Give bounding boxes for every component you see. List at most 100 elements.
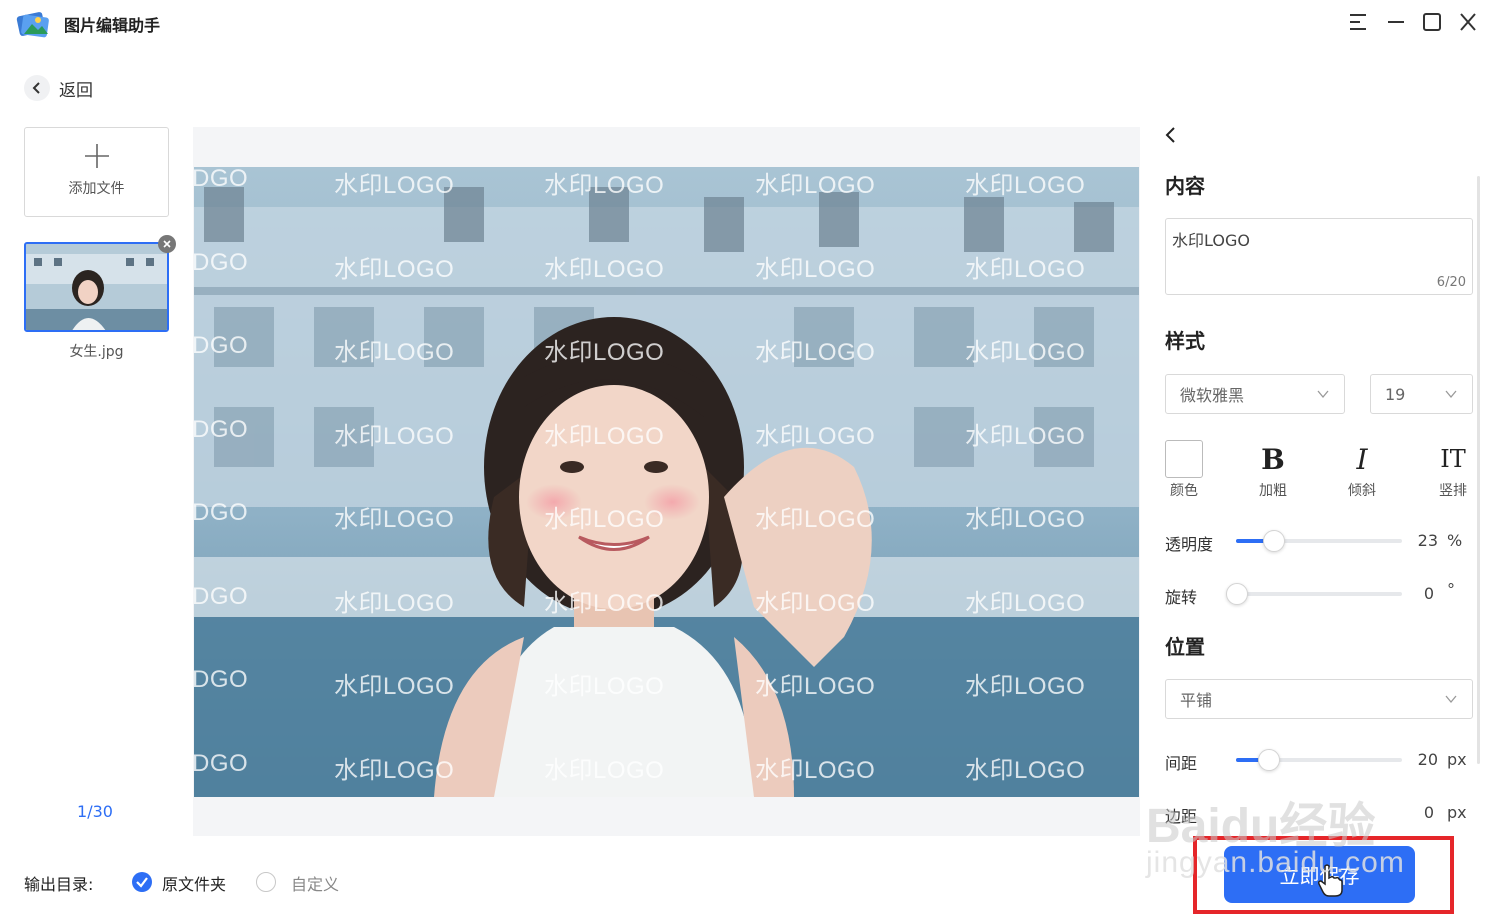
title-bar: 图片编辑助手 bbox=[0, 0, 1494, 48]
opacity-slider-handle[interactable] bbox=[1263, 530, 1285, 552]
watermark-tile-partial: DGO bbox=[194, 749, 249, 777]
chevron-left-icon bbox=[24, 75, 50, 101]
italic-label: 倾斜 bbox=[1348, 483, 1376, 499]
minimize-icon[interactable] bbox=[1384, 10, 1408, 34]
custom-folder-label: 自定义 bbox=[291, 875, 340, 894]
char-count: 6/20 bbox=[1436, 275, 1466, 290]
watermark-tile: 水印LOGO bbox=[755, 255, 876, 283]
opacity-slider[interactable] bbox=[1236, 530, 1402, 552]
margin-value: 0 bbox=[1423, 803, 1434, 822]
style-section-title: 样式 bbox=[1165, 329, 1205, 353]
watermark-tile: 水印LOGO bbox=[965, 756, 1086, 784]
watermark-tile-partial: DGO bbox=[194, 582, 249, 610]
preview-photo: DGO 水印LOGO 水印LOGO 水印LOGO 水印LOGO DGO 水印LOGO 水印LO… bbox=[194, 167, 1139, 797]
thumbnail-image bbox=[26, 244, 167, 330]
color-label: 颜色 bbox=[1170, 483, 1198, 499]
radio-original-folder[interactable] bbox=[132, 872, 152, 892]
opacity-label: 透明度 bbox=[1165, 535, 1214, 554]
watermark-tile: 水印LOGO bbox=[965, 255, 1086, 283]
watermark-tile: 水印LOGO bbox=[334, 506, 455, 533]
font-family-value: 微软雅黑 bbox=[1180, 386, 1245, 405]
rotate-label: 旋转 bbox=[1165, 588, 1198, 607]
vertical-text-icon: ⅠT bbox=[1440, 445, 1466, 473]
opacity-value: 23 bbox=[1417, 531, 1438, 550]
watermark-tile: 水印LOGO bbox=[544, 255, 665, 283]
opacity-unit: % bbox=[1447, 531, 1463, 550]
rotate-slider-handle[interactable] bbox=[1226, 583, 1248, 605]
bold-label: 加粗 bbox=[1259, 483, 1287, 499]
watermark-tile-partial: DGO bbox=[194, 666, 249, 693]
italic-button[interactable]: I 倾斜 bbox=[1337, 440, 1387, 500]
watermark-tile: 水印LOGO bbox=[544, 422, 665, 450]
spacing-slider[interactable] bbox=[1236, 749, 1402, 771]
plus-icon bbox=[85, 144, 109, 168]
watermark-tile-partial: DGO bbox=[194, 332, 249, 359]
watermark-tile: 水印LOGO bbox=[334, 673, 455, 700]
spacing-unit: px bbox=[1447, 750, 1467, 769]
back-label: 返回 bbox=[59, 80, 93, 101]
back-button[interactable]: 返回 bbox=[24, 74, 93, 102]
margin-label: 边距 bbox=[1165, 807, 1198, 826]
panel-scrollbar[interactable] bbox=[1477, 176, 1480, 764]
app-title: 图片编辑助手 bbox=[64, 16, 161, 35]
watermark-tile: 水印LOGO bbox=[755, 756, 876, 784]
collapse-panel-icon[interactable] bbox=[1160, 124, 1182, 146]
font-size-select[interactable]: 19 bbox=[1370, 374, 1473, 414]
watermark-tile: 水印LOGO bbox=[965, 339, 1086, 366]
watermark-tile: 水印LOGO bbox=[965, 172, 1086, 199]
close-icon[interactable] bbox=[1456, 10, 1480, 34]
watermark-tile: 水印LOGO bbox=[755, 589, 876, 617]
margin-unit: px bbox=[1447, 803, 1467, 822]
original-folder-label: 原文件夹 bbox=[162, 875, 227, 894]
vertical-text-label: 竖排 bbox=[1439, 483, 1467, 499]
watermark-tile: 水印LOGO bbox=[755, 673, 876, 700]
remove-thumbnail-icon[interactable] bbox=[158, 235, 176, 253]
watermark-tile: 水印LOGO bbox=[544, 589, 665, 617]
watermark-tile: 水印LOGO bbox=[544, 172, 665, 199]
spacing-slider-handle[interactable] bbox=[1258, 749, 1280, 771]
output-dir-label: 输出目录: bbox=[24, 875, 94, 894]
font-family-select[interactable]: 微软雅黑 bbox=[1165, 374, 1345, 414]
watermark-tile: 水印LOGO bbox=[755, 172, 876, 199]
watermark-tile-partial: DGO bbox=[194, 499, 249, 526]
watermark-tile: 水印LOGO bbox=[544, 506, 665, 533]
maximize-icon[interactable] bbox=[1420, 10, 1444, 34]
rotate-slider[interactable] bbox=[1226, 583, 1402, 605]
watermark-tile: 水印LOGO bbox=[544, 673, 665, 700]
watermark-tile: 水印LOGO bbox=[965, 673, 1086, 700]
watermark-tile: 水印LOGO bbox=[755, 422, 876, 450]
image-thumbnail[interactable] bbox=[24, 242, 169, 332]
watermark-tile: 水印LOGO bbox=[965, 422, 1086, 450]
bold-button[interactable]: B 加粗 bbox=[1248, 440, 1298, 500]
watermark-text-input[interactable]: 水印LOGO 6/20 bbox=[1165, 218, 1473, 295]
add-file-label: 添加文件 bbox=[68, 181, 125, 197]
vertical-text-button[interactable]: ⅠT 竖排 bbox=[1428, 440, 1478, 500]
color-swatch bbox=[1165, 440, 1203, 478]
watermark-tile: 水印LOGO bbox=[755, 339, 876, 366]
spacing-label: 间距 bbox=[1165, 754, 1198, 773]
thumbnail-filename: 女生.jpg bbox=[69, 344, 124, 360]
watermark-tile: 水印LOGO bbox=[965, 506, 1086, 533]
spacing-value: 20 bbox=[1417, 750, 1438, 769]
watermark-tile: 水印LOGO bbox=[544, 339, 665, 366]
chevron-down-icon bbox=[1445, 695, 1457, 704]
watermark-tile: 水印LOGO bbox=[544, 756, 665, 784]
radio-custom-folder[interactable] bbox=[256, 872, 276, 892]
add-file-button[interactable]: 添加文件 bbox=[24, 127, 169, 217]
position-mode-select[interactable]: 平铺 bbox=[1165, 679, 1473, 719]
bold-icon: B bbox=[1261, 442, 1285, 476]
menu-icon[interactable] bbox=[1346, 10, 1370, 34]
color-button[interactable]: 颜色 bbox=[1159, 440, 1209, 500]
italic-icon: I bbox=[1356, 442, 1368, 476]
hand-cursor-icon bbox=[1318, 864, 1343, 897]
rotate-value: 0 bbox=[1423, 584, 1434, 603]
watermark-tile-partial: DGO bbox=[194, 248, 249, 276]
watermark-tile-partial: DGO bbox=[194, 415, 249, 443]
watermark-tile: 水印LOGO bbox=[334, 589, 455, 617]
watermark-tile: 水印LOGO bbox=[965, 589, 1086, 617]
watermark-tile: 水印LOGO bbox=[334, 339, 455, 366]
position-section-title: 位置 bbox=[1165, 635, 1205, 659]
chevron-down-icon bbox=[1317, 390, 1329, 399]
watermark-tile-partial: DGO bbox=[194, 167, 249, 192]
page-counter: 1/30 bbox=[77, 802, 113, 821]
